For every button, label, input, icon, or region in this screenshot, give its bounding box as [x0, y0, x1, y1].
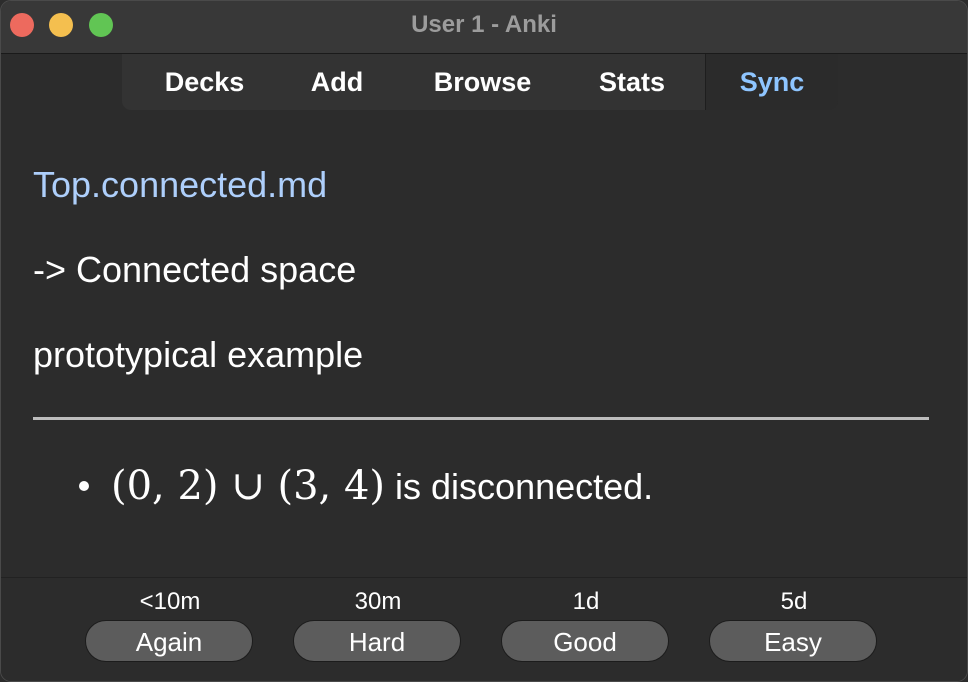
main-toolbar: Decks Add Browse Stats Sync — [122, 54, 838, 110]
card-front-text: -> Connected space — [33, 249, 357, 290]
card-content: Top.connected.md -> Connected space prot… — [1, 111, 967, 577]
card-prompt-text: prototypical example — [33, 334, 364, 375]
easy-interval-label: 5d — [780, 588, 808, 615]
answer-button-bar: <10m 30m 1d 5d Again Hard Good Easy — [1, 577, 967, 681]
toolbar-sync-button[interactable]: Sync — [705, 54, 838, 110]
again-button[interactable]: Again — [85, 620, 253, 662]
good-button[interactable]: Good — [501, 620, 669, 662]
hard-button[interactable]: Hard — [293, 620, 461, 662]
title-bar: User 1 - Anki — [1, 1, 967, 54]
bullet-icon — [79, 481, 89, 492]
window-title: User 1 - Anki — [411, 11, 557, 38]
easy-button[interactable]: Easy — [709, 620, 877, 662]
answer-text: is disconnected. — [385, 466, 654, 507]
answer-divider — [33, 417, 929, 420]
answer-math: (0, 2) ∪ (3, 4) — [111, 463, 386, 509]
anki-window: User 1 - Anki Decks Add Browse Stats Syn… — [0, 0, 968, 682]
good-interval-label: 1d — [572, 588, 600, 615]
again-interval-label: <10m — [139, 588, 201, 615]
toolbar-stats-button[interactable]: Stats — [582, 54, 682, 110]
card-filename-link[interactable]: Top.connected.md — [33, 164, 327, 206]
toolbar-add-button[interactable]: Add — [292, 54, 382, 110]
toolbar-browse-button[interactable]: Browse — [410, 54, 555, 110]
answer-list-item: (0, 2) ∪ (3, 4) is disconnected. — [79, 463, 653, 509]
hard-interval-label: 30m — [354, 588, 402, 615]
toolbar-decks-button[interactable]: Decks — [142, 54, 267, 110]
